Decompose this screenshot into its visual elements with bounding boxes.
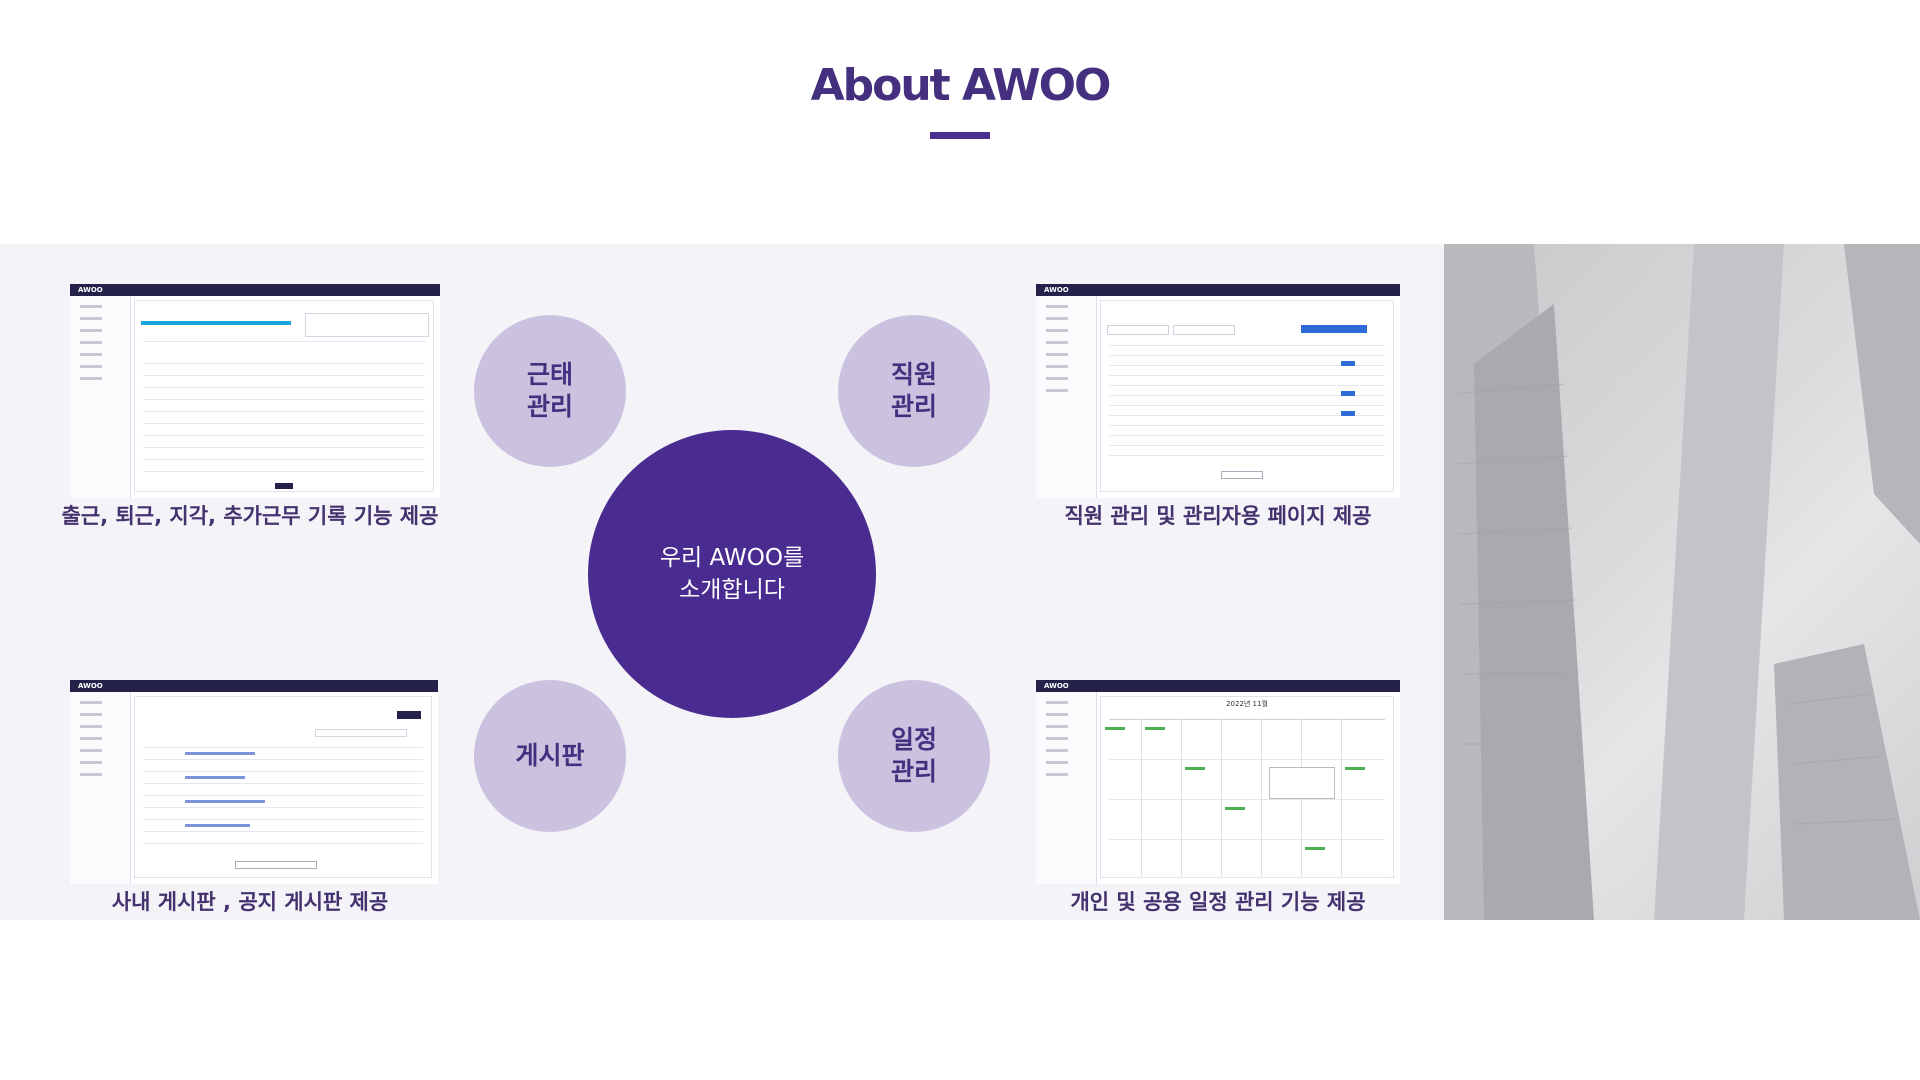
logo-text: AWOO [1044,286,1069,294]
schedule-screenshot: AWOO 2022년 11월 [1036,680,1400,884]
attendance-circle: 근태 관리 [474,315,626,467]
intro-circle: 우리 AWOO를 소개합니다 [588,430,876,718]
board-circle: 게시판 [474,680,626,832]
schedule-caption: 개인 및 공용 일정 관리 기능 제공 [1070,890,1366,914]
attendance-caption: 출근, 퇴근, 지각, 추가근무 기록 기능 제공 [61,504,439,528]
employee-circle: 직원 관리 [838,315,990,467]
logo-text: AWOO [78,682,103,690]
logo-text: AWOO [1044,682,1069,690]
logo-text: AWOO [78,286,103,294]
city-buildings-image [1444,244,1920,920]
board-caption: 사내 게시판 , 공지 게시판 제공 [111,890,389,914]
intro-line-1: 우리 AWOO를 [659,545,805,571]
calendar-title: 2022년 11월 [1226,700,1268,708]
intro-line-2: 소개합니다 [679,577,785,603]
title-underline [930,132,990,139]
employee-caption: 직원 관리 및 관리자용 페이지 제공 [1064,504,1372,528]
employee-screenshot: AWOO [1036,284,1400,498]
page-title: About AWOO [810,60,1112,111]
schedule-circle: 일정 관리 [838,680,990,832]
attendance-screenshot: AWOO [70,284,440,498]
board-screenshot: AWOO [70,680,438,884]
